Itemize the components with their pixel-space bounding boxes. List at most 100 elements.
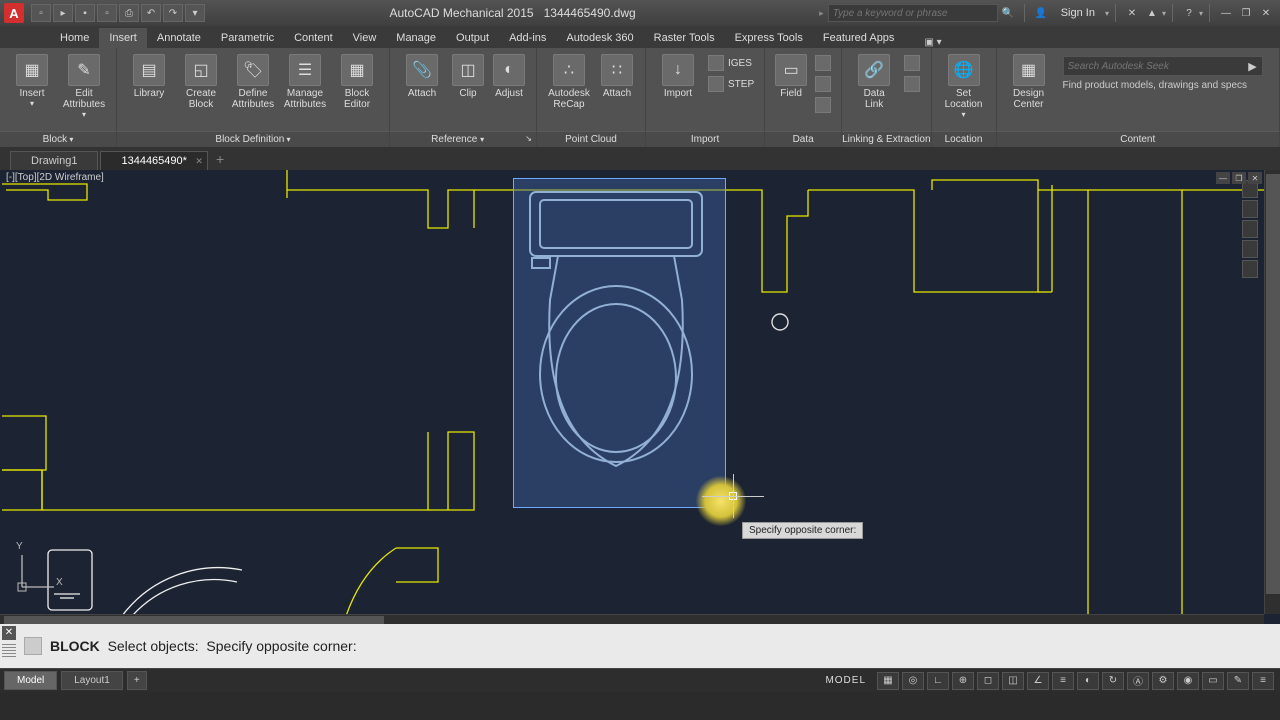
iges-button[interactable]: IGES <box>704 54 758 72</box>
tab-output[interactable]: Output <box>446 28 499 48</box>
design-center-button[interactable]: ▦Design Center <box>1003 52 1055 110</box>
tab-featured-apps[interactable]: Featured Apps <box>813 28 905 48</box>
viewport-controls[interactable]: [-][Top][2D Wireframe] <box>6 172 104 183</box>
status-workspace-icon[interactable]: ⚙ <box>1152 672 1174 690</box>
attach-button[interactable]: 📎Attach <box>396 52 448 99</box>
data-link-button[interactable]: 🔗Data Link <box>848 52 900 110</box>
tab-parametric[interactable]: Parametric <box>211 28 284 48</box>
search-go-icon[interactable]: 🔍 <box>1000 5 1016 21</box>
command-line[interactable]: ✕ BLOCK Select objects: Specify opposite… <box>0 624 1280 668</box>
panel-block-definition-title[interactable]: Block Definition <box>117 131 389 147</box>
qat-save-icon[interactable]: ▪ <box>75 4 95 22</box>
nav-showmotion-icon[interactable] <box>1242 260 1258 278</box>
sign-in-link[interactable]: Sign In <box>1061 7 1095 19</box>
nav-orbit-icon[interactable] <box>1242 240 1258 258</box>
doctab-add-button[interactable]: + <box>210 148 230 170</box>
drawing-viewport[interactable]: [-][Top][2D Wireframe] — ❐ ✕ <box>2 170 1264 616</box>
ribbon-collapse-icon[interactable]: ▣ ▾ <box>924 37 941 48</box>
tab-view[interactable]: View <box>343 28 387 48</box>
status-ortho-icon[interactable]: ∟ <box>927 672 949 690</box>
tab-annotate[interactable]: Annotate <box>147 28 211 48</box>
status-snap-icon[interactable]: ◎ <box>902 672 924 690</box>
manage-attributes-button[interactable]: ☰Manage Attributes <box>279 52 331 110</box>
qat-undo-icon[interactable]: ↶ <box>141 4 161 22</box>
tab-content[interactable]: Content <box>284 28 343 48</box>
tab-raster-tools[interactable]: Raster Tools <box>644 28 725 48</box>
title-arrow-icon[interactable]: ▸ <box>819 8 824 19</box>
vp-close-icon[interactable]: ✕ <box>1248 172 1262 184</box>
qat-redo-icon[interactable]: ↷ <box>163 4 183 22</box>
doctab-current[interactable]: 1344465490*✕ <box>100 151 207 170</box>
status-customize-icon[interactable]: ≡ <box>1252 672 1274 690</box>
window-restore-icon[interactable]: ❐ <box>1238 5 1254 21</box>
tab-addins[interactable]: Add-ins <box>499 28 556 48</box>
panel-block-title[interactable]: Block <box>0 131 116 147</box>
nav-pan-icon[interactable] <box>1242 200 1258 218</box>
vertical-scrollbar[interactable] <box>1264 170 1280 614</box>
help-icon[interactable]: ? <box>1181 5 1197 21</box>
exchange-icon[interactable]: ✕ <box>1124 5 1140 21</box>
status-osnap-icon[interactable]: ◻ <box>977 672 999 690</box>
pc-attach-button[interactable]: ∷Attach <box>595 52 639 99</box>
recap-button[interactable]: ∴Autodesk ReCap <box>543 52 595 110</box>
horizontal-scrollbar[interactable] <box>0 614 1264 624</box>
qat-plot-icon[interactable]: ⎙ <box>119 4 139 22</box>
data-small2-button[interactable] <box>811 75 835 93</box>
edit-attributes-button[interactable]: ✎Edit Attributes▾ <box>58 52 110 119</box>
cmdline-close-icon[interactable]: ✕ <box>2 626 16 640</box>
adjust-button[interactable]: ◐Adjust <box>488 52 530 99</box>
define-attributes-button[interactable]: 🏷Define Attributes <box>227 52 279 110</box>
status-grid-icon[interactable]: ▦ <box>877 672 899 690</box>
panel-reference-title[interactable]: Reference ↘ <box>390 131 536 147</box>
status-annomon-icon[interactable]: ◉ <box>1177 672 1199 690</box>
import-button[interactable]: ↓Import <box>652 52 704 99</box>
step-button[interactable]: STEP <box>704 75 758 93</box>
status-polar-icon[interactable]: ⊕ <box>952 672 974 690</box>
extract-data-button[interactable] <box>900 54 924 72</box>
seek-search-input[interactable] <box>1064 61 1244 72</box>
insert-block-button[interactable]: ▦Insert▾ <box>6 52 58 108</box>
data-small1-button[interactable] <box>811 54 835 72</box>
window-close-icon[interactable]: ✕ <box>1258 5 1274 21</box>
status-add-layout-button[interactable]: + <box>127 671 147 690</box>
tab-home[interactable]: Home <box>50 28 99 48</box>
field-button[interactable]: ▭Field <box>771 52 811 99</box>
status-layout1-tab[interactable]: Layout1 <box>61 671 123 690</box>
download-source-button[interactable] <box>900 75 924 93</box>
status-transparency-icon[interactable]: ◐ <box>1077 672 1099 690</box>
qat-new-icon[interactable]: ▫ <box>31 4 51 22</box>
tab-express-tools[interactable]: Express Tools <box>725 28 813 48</box>
vp-maximize-icon[interactable]: ❐ <box>1232 172 1246 184</box>
tab-insert[interactable]: Insert <box>99 28 147 48</box>
set-location-button[interactable]: 🌐Set Location▾ <box>938 52 990 119</box>
status-model-label[interactable]: MODEL <box>825 675 866 686</box>
tab-autodesk360[interactable]: Autodesk 360 <box>556 28 643 48</box>
status-quickprops-icon[interactable]: ✎ <box>1227 672 1249 690</box>
status-annotation-icon[interactable]: Ⓐ <box>1127 672 1149 690</box>
vp-minimize-icon[interactable]: — <box>1216 172 1230 184</box>
ucs-icon[interactable]: X Y <box>14 549 60 598</box>
qat-more-icon[interactable]: ▾ <box>185 4 205 22</box>
status-lineweight-icon[interactable]: ≡ <box>1052 672 1074 690</box>
doctab-drawing1[interactable]: Drawing1 <box>10 151 98 170</box>
doctab-close-icon[interactable]: ✕ <box>195 156 203 167</box>
cmdline-grip-icon[interactable] <box>2 644 16 658</box>
status-units-icon[interactable]: ▭ <box>1202 672 1224 690</box>
status-model-tab[interactable]: Model <box>4 671 57 690</box>
block-editor-button[interactable]: ▦Block Editor <box>331 52 383 110</box>
window-minimize-icon[interactable]: — <box>1218 5 1234 21</box>
app-menu-button[interactable]: A <box>4 3 24 23</box>
seek-go-icon[interactable]: ▶ <box>1244 60 1262 73</box>
tab-manage[interactable]: Manage <box>386 28 446 48</box>
create-block-button[interactable]: ◱Create Block <box>175 52 227 110</box>
qat-saveas-icon[interactable]: ▫ <box>97 4 117 22</box>
status-3dosnap-icon[interactable]: ◫ <box>1002 672 1024 690</box>
library-button[interactable]: ▤Library <box>123 52 175 99</box>
keyword-search-input[interactable] <box>828 4 998 22</box>
autodesk360-icon[interactable]: ▲ <box>1144 5 1160 21</box>
user-icon[interactable]: 👤 <box>1033 5 1049 21</box>
status-otrack-icon[interactable]: ∠ <box>1027 672 1049 690</box>
data-small3-button[interactable] <box>811 96 835 114</box>
nav-zoom-icon[interactable] <box>1242 220 1258 238</box>
status-cycling-icon[interactable]: ↻ <box>1102 672 1124 690</box>
